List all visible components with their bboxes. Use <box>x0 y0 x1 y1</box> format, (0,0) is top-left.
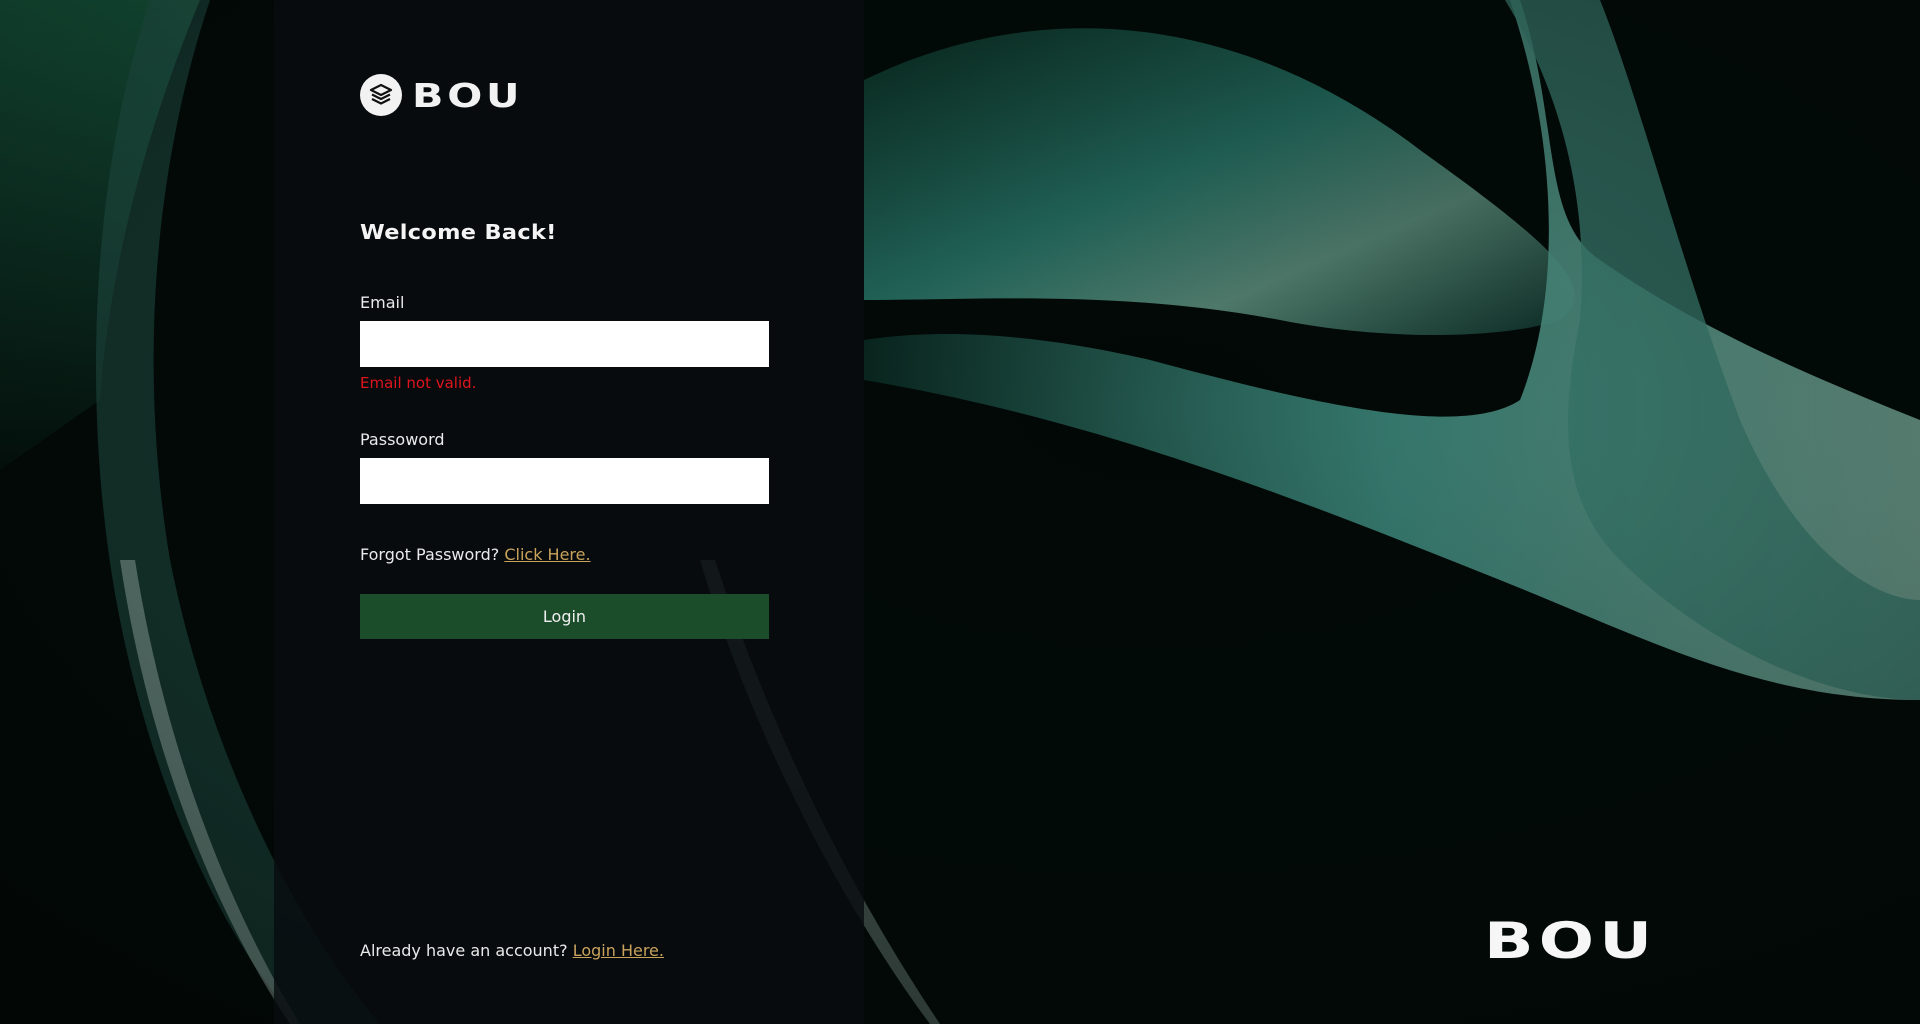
logo-text: BOU <box>412 75 524 115</box>
footer-brand-logo: BOU <box>1484 912 1658 970</box>
page-title: Welcome Back! <box>360 220 557 244</box>
forgot-password-text: Forgot Password? <box>360 545 500 564</box>
forgot-password-link[interactable]: Click Here. <box>504 545 590 564</box>
stacked-layers-icon <box>360 74 402 116</box>
password-label: Passoword <box>360 430 445 449</box>
forgot-password: Forgot Password? Click Here. <box>360 545 591 564</box>
login-panel <box>274 0 864 1024</box>
login-button[interactable]: Login <box>360 594 769 639</box>
brand-logo: BOU <box>360 74 520 116</box>
account-prompt: Already have an account? Login Here. <box>360 941 664 960</box>
login-here-link[interactable]: Login Here. <box>573 941 664 960</box>
account-prompt-text: Already have an account? <box>360 941 568 960</box>
login-page: BOU Welcome Back! Email Email not valid.… <box>0 0 1920 1024</box>
email-error: Email not valid. <box>360 374 477 392</box>
password-field[interactable] <box>360 458 769 504</box>
email-field[interactable] <box>360 321 769 367</box>
email-label: Email <box>360 293 405 312</box>
